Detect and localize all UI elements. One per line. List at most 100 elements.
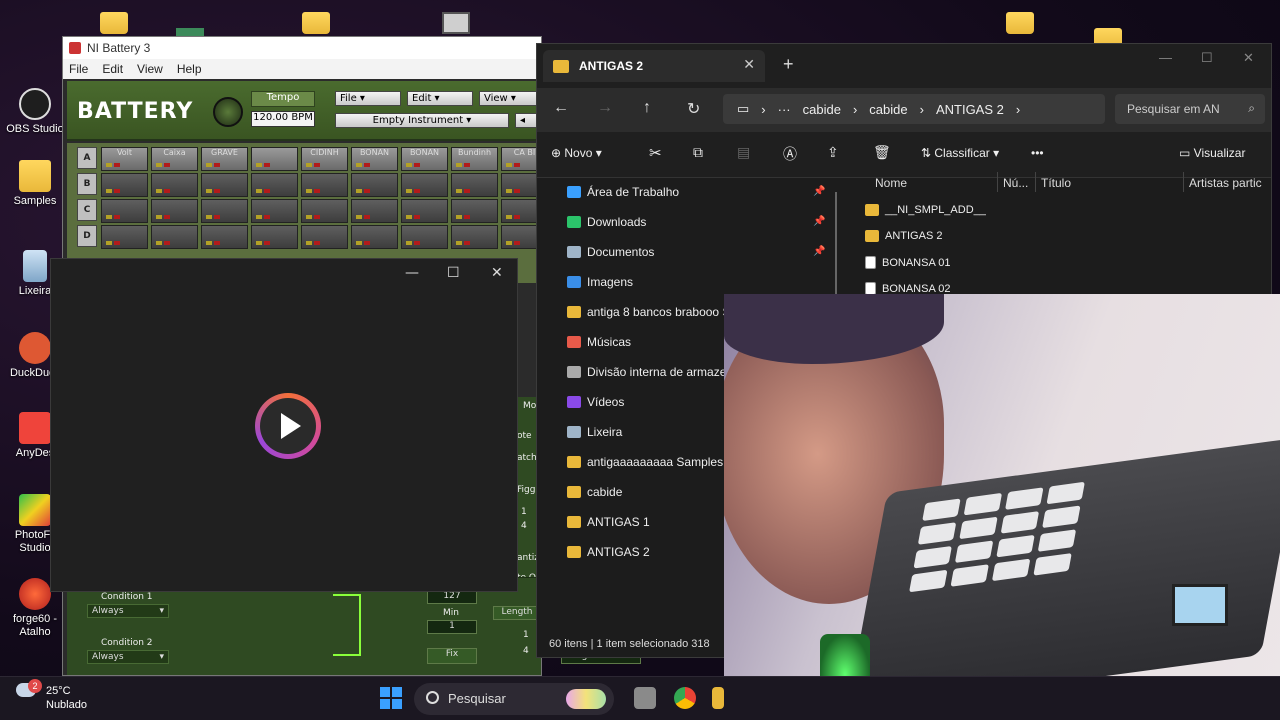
min-field[interactable]: 1 bbox=[427, 620, 477, 634]
file-row[interactable]: ANTIGAS 2 bbox=[865, 230, 942, 242]
instrument-dropdown[interactable]: Empty Instrument ▾ bbox=[335, 113, 509, 128]
menu-file[interactable]: File bbox=[69, 62, 88, 76]
menu-view[interactable]: View bbox=[137, 62, 163, 76]
desktop-folder-icon[interactable] bbox=[302, 12, 330, 34]
cell[interactable] bbox=[201, 225, 248, 249]
cell[interactable] bbox=[201, 199, 248, 223]
fix-button[interactable]: Fix bbox=[427, 648, 477, 664]
column-titulo[interactable]: Título bbox=[1041, 176, 1071, 190]
play-button[interactable] bbox=[255, 393, 321, 459]
cell[interactable] bbox=[251, 173, 298, 197]
velocity-max-field[interactable]: 127 bbox=[427, 590, 477, 604]
start-button[interactable] bbox=[380, 687, 402, 709]
cell[interactable] bbox=[401, 225, 448, 249]
delete-icon[interactable]: 🗑 bbox=[873, 144, 891, 161]
file-explorer-icon[interactable] bbox=[712, 687, 724, 709]
cell[interactable]: Caixa bbox=[151, 147, 198, 171]
search-input[interactable]: Pesquisar em AN ⌕ bbox=[1115, 94, 1265, 124]
paste-icon[interactable]: ▤ bbox=[737, 144, 750, 161]
new-button[interactable]: ⊕ Novo ▾ bbox=[551, 146, 602, 160]
cell[interactable] bbox=[101, 199, 148, 223]
desktop-video-icon[interactable] bbox=[442, 12, 470, 34]
cell[interactable] bbox=[351, 225, 398, 249]
weather-widget[interactable]: 2 25°C Nublado bbox=[16, 679, 87, 711]
cell[interactable] bbox=[351, 173, 398, 197]
cell[interactable] bbox=[151, 225, 198, 249]
sidebar-item[interactable]: Lixeira bbox=[567, 420, 622, 444]
sidebar-item[interactable]: ANTIGAS 2 bbox=[567, 540, 650, 564]
taskbar-search[interactable]: Pesquisar bbox=[414, 683, 614, 715]
cell[interactable] bbox=[301, 225, 348, 249]
cell[interactable] bbox=[451, 225, 498, 249]
sidebar-item[interactable]: Divisão interna de armazena bbox=[567, 360, 740, 384]
rename-icon[interactable]: Ⓐ bbox=[783, 144, 797, 164]
cell[interactable] bbox=[351, 199, 398, 223]
refresh-icon[interactable]: ↻ bbox=[687, 99, 700, 119]
up-icon[interactable]: ↑ bbox=[643, 99, 651, 117]
cell[interactable] bbox=[151, 173, 198, 197]
new-tab-button[interactable]: + bbox=[783, 54, 794, 75]
cell[interactable] bbox=[401, 173, 448, 197]
column-nome[interactable]: Nome bbox=[875, 176, 907, 190]
sidebar-item[interactable]: Área de Trabalho bbox=[567, 180, 679, 204]
close-icon[interactable]: ✕ bbox=[1243, 50, 1254, 66]
minimize-icon[interactable]: — bbox=[1159, 50, 1172, 65]
edit-dropdown-button[interactable]: Edit ▾ bbox=[407, 91, 473, 106]
desktop-app-icon[interactable] bbox=[176, 28, 204, 36]
address-bar[interactable]: ▭ › ··· cabide › cabide › ANTIGAS 2 › bbox=[723, 94, 1105, 124]
cell[interactable] bbox=[401, 199, 448, 223]
sidebar-item[interactable]: Downloads bbox=[567, 210, 646, 234]
column-numero[interactable]: Nú... bbox=[1003, 176, 1028, 190]
master-volume-knob[interactable] bbox=[213, 97, 243, 127]
file-row[interactable]: BONANSA 01 bbox=[865, 256, 950, 269]
cell[interactable] bbox=[101, 173, 148, 197]
instrument-prev-button[interactable]: ◂ bbox=[515, 113, 537, 128]
row-label-a[interactable]: A bbox=[77, 147, 97, 169]
task-view-icon[interactable] bbox=[634, 687, 656, 709]
close-icon[interactable]: ✕ bbox=[491, 265, 503, 281]
pin-icon[interactable]: 📌 bbox=[813, 216, 825, 227]
cell[interactable]: Volt bbox=[101, 147, 148, 171]
menu-help[interactable]: Help bbox=[177, 62, 202, 76]
row-label-d[interactable]: D bbox=[77, 225, 97, 247]
sidebar-item[interactable]: Músicas bbox=[567, 330, 631, 354]
desktop-folder-icon[interactable] bbox=[1006, 12, 1034, 34]
row-label-c[interactable]: C bbox=[77, 199, 97, 221]
view-button[interactable]: ▭ Visualizar bbox=[1179, 146, 1245, 160]
maximize-icon[interactable]: ☐ bbox=[447, 265, 460, 281]
copy-icon[interactable]: ⧉ bbox=[693, 144, 703, 161]
breadcrumb-cabide-2[interactable]: cabide bbox=[869, 102, 907, 117]
cell[interactable]: BONAN bbox=[351, 147, 398, 171]
cell[interactable] bbox=[101, 225, 148, 249]
pin-icon[interactable]: 📌 bbox=[813, 246, 825, 257]
cell[interactable] bbox=[251, 147, 298, 171]
tempo-field[interactable]: 120.00 BPM bbox=[251, 111, 315, 127]
cell[interactable] bbox=[151, 199, 198, 223]
pin-icon[interactable]: 📌 bbox=[813, 186, 825, 197]
share-icon[interactable]: ⇪ bbox=[827, 144, 839, 161]
sidebar-item[interactable]: antiga 8 bancos brabooo Sa bbox=[567, 300, 737, 324]
cell[interactable]: Bundinh bbox=[451, 147, 498, 171]
file-row[interactable]: __NI_SMPL_ADD__ bbox=[865, 204, 986, 216]
cell[interactable] bbox=[451, 199, 498, 223]
minimize-icon[interactable]: — bbox=[405, 265, 419, 281]
more-options-button[interactable]: ••• bbox=[1031, 146, 1044, 160]
sidebar-item[interactable]: antigaaaaaaaaa Samples bbox=[567, 450, 723, 474]
breadcrumb-more[interactable]: ··· bbox=[778, 102, 791, 117]
cell[interactable] bbox=[451, 173, 498, 197]
desktop-folder-icon[interactable] bbox=[100, 12, 128, 34]
video-player-window[interactable]: — ☐ ✕ bbox=[50, 258, 518, 592]
tab-antigas-2[interactable]: ANTIGAS 2 ✕ bbox=[543, 50, 765, 82]
menu-edit[interactable]: Edit bbox=[102, 62, 123, 76]
sidebar-item[interactable]: cabide bbox=[567, 480, 622, 504]
file-dropdown-button[interactable]: File ▾ bbox=[335, 91, 401, 106]
row-label-b[interactable]: B bbox=[77, 173, 97, 195]
breadcrumb-cabide-1[interactable]: cabide bbox=[803, 102, 841, 117]
cell[interactable] bbox=[251, 225, 298, 249]
desktop-icon-obs[interactable]: OBS Studio bbox=[0, 88, 70, 136]
breadcrumb-antigas-2[interactable]: ANTIGAS 2 bbox=[936, 102, 1004, 117]
cell[interactable]: GRAVE bbox=[201, 147, 248, 171]
back-icon[interactable]: ← bbox=[553, 99, 569, 117]
cell[interactable] bbox=[301, 199, 348, 223]
cell[interactable] bbox=[301, 173, 348, 197]
